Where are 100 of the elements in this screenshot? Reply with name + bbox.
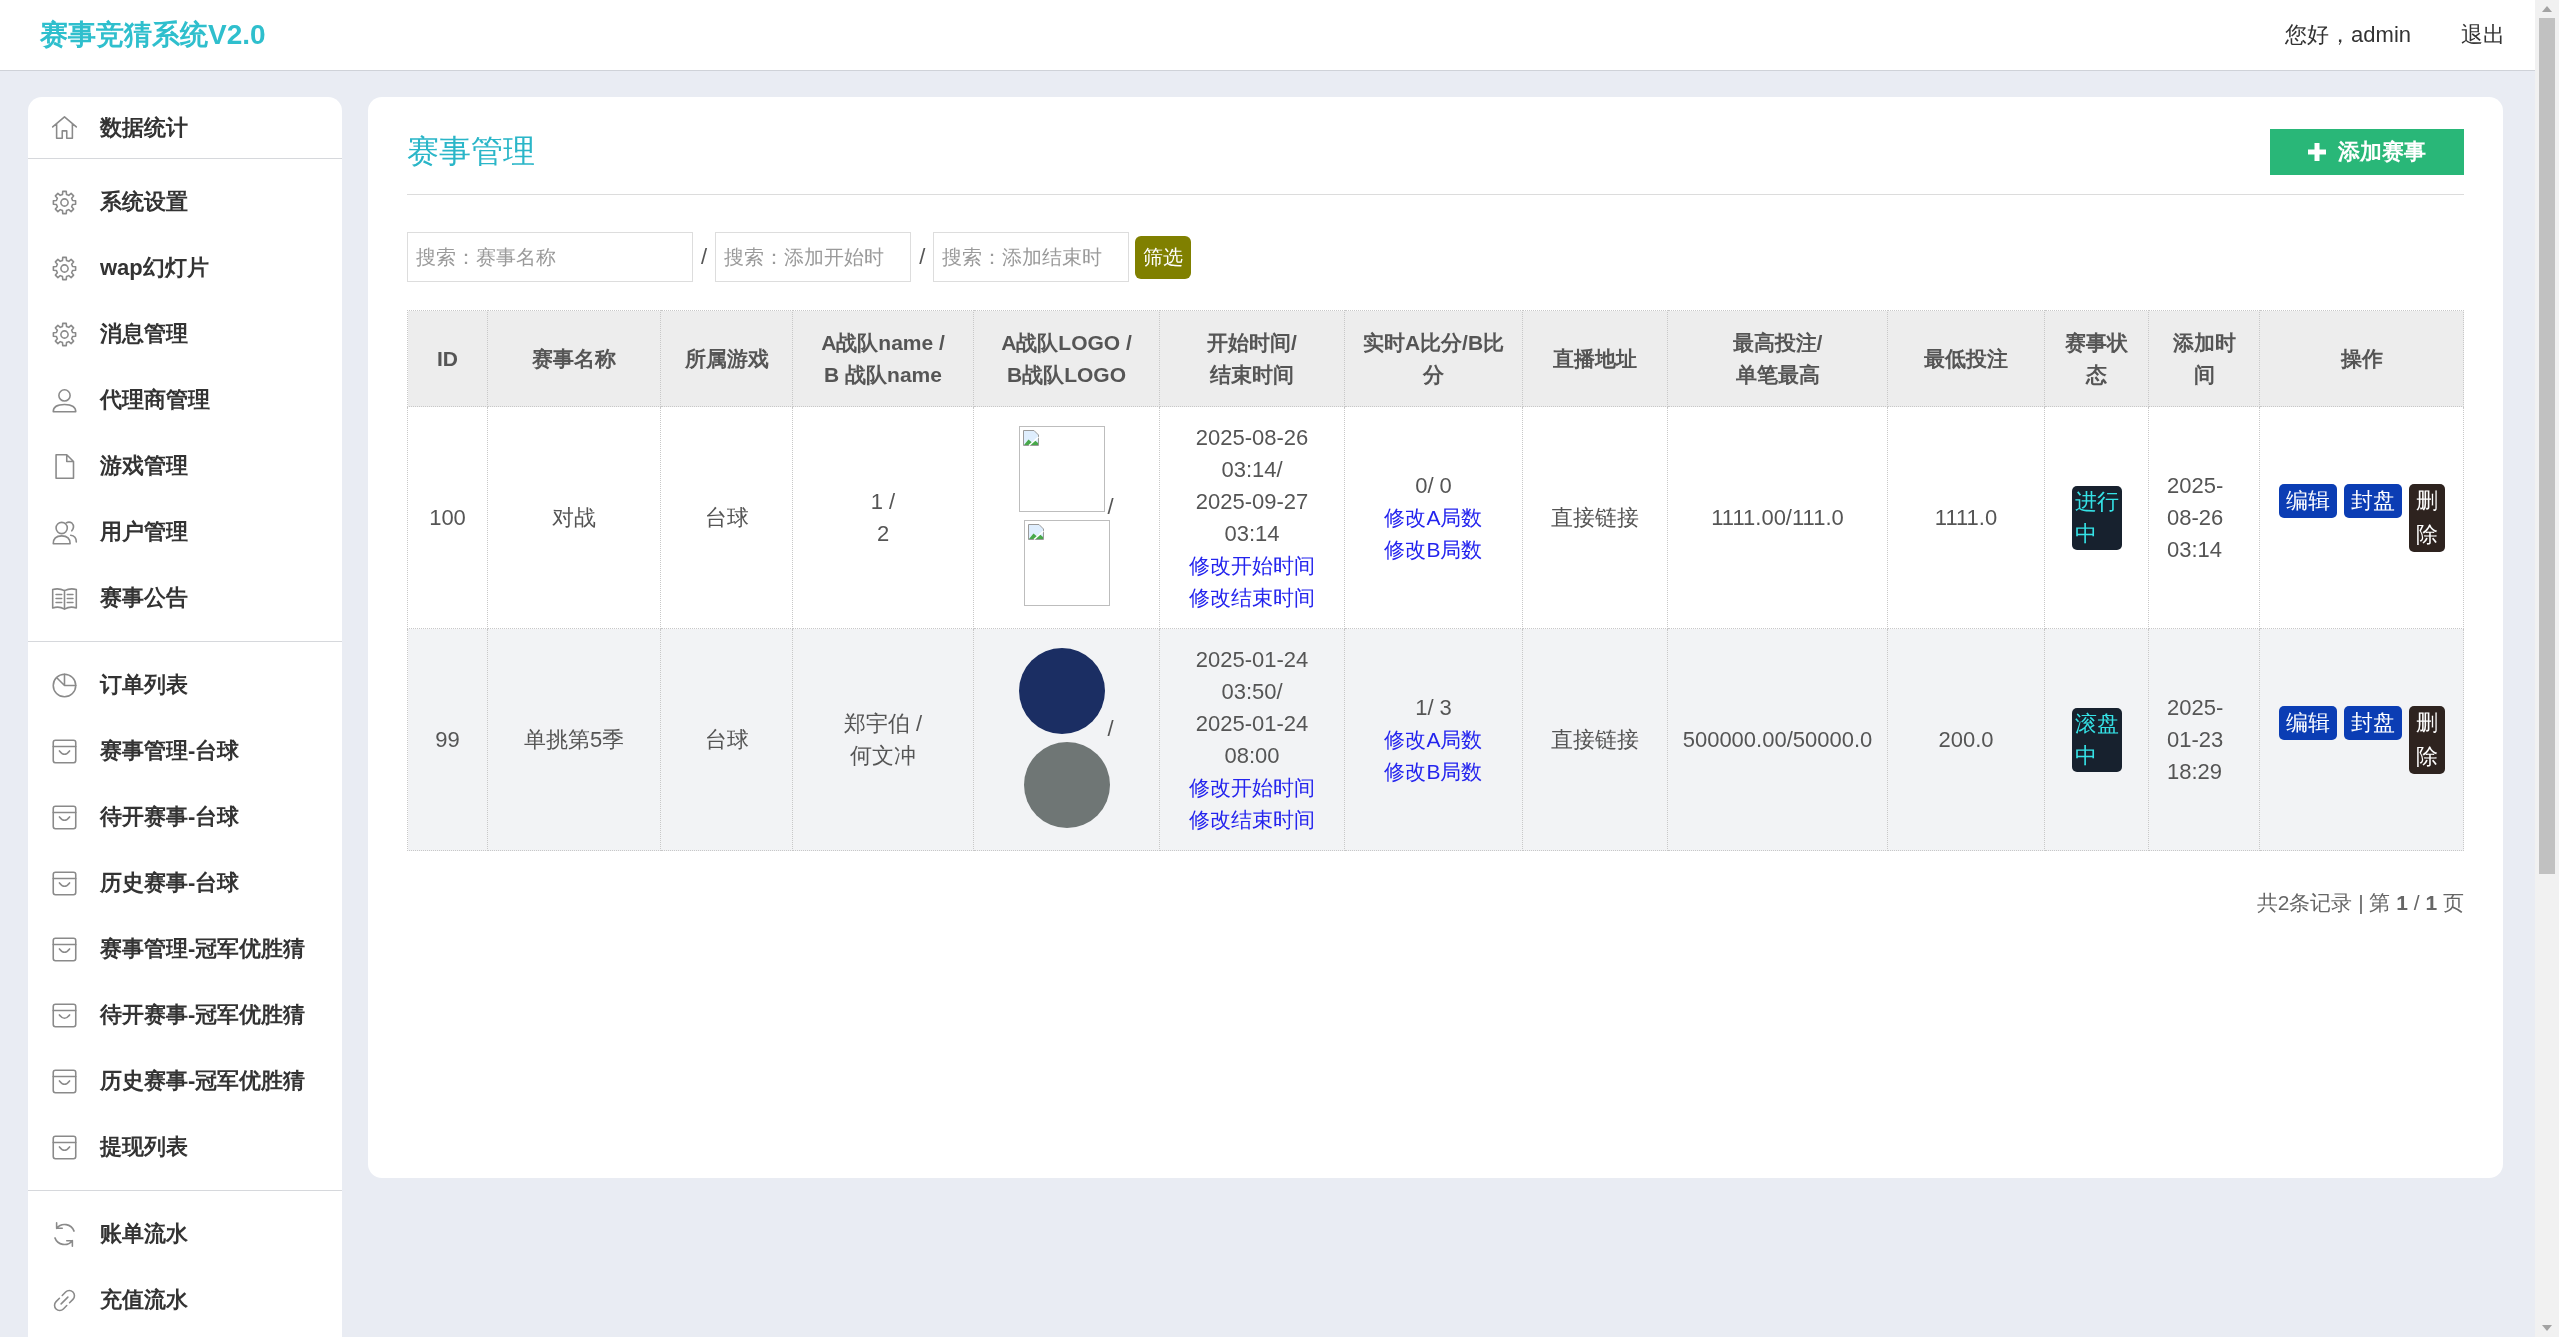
sidebar-item[interactable]: 赛事公告: [28, 565, 342, 631]
plus-icon: [2308, 143, 2326, 161]
sidebar-item[interactable]: 赛事管理-台球: [28, 718, 342, 784]
sidebar-item[interactable]: 系统设置: [28, 169, 342, 235]
edit-score-link[interactable]: 修改B局数: [1384, 537, 1483, 561]
sidebar-item[interactable]: 消息管理: [28, 301, 342, 367]
start-time-text: 2025-01-24 03:50/: [1194, 645, 1310, 706]
column-header: 操作: [2259, 310, 2464, 407]
sidebar-item[interactable]: 历史赛事-台球: [28, 850, 342, 916]
status-badge: 滚盘中: [2071, 707, 2122, 772]
search-field[interactable]: 搜索：添加开始时: [715, 232, 912, 282]
tray-icon: [51, 1133, 78, 1161]
table-cell: 1 / 2: [792, 406, 974, 629]
tray-icon: [51, 869, 78, 897]
table-cell: 200.0: [1887, 628, 2045, 851]
start-time-text: 2025-08-26 03:14/: [1194, 423, 1310, 484]
column-header: 实时A比分/B比 分: [1344, 310, 1523, 407]
column-header: 赛事名称: [487, 310, 661, 407]
edit-button[interactable]: 编辑: [2278, 483, 2337, 518]
column-header: 最低投注: [1887, 310, 2045, 407]
search-field[interactable]: 搜索：赛事名称: [407, 232, 693, 282]
users-icon: [51, 518, 78, 546]
delete-button[interactable]: 删除: [2408, 483, 2445, 552]
edit-button[interactable]: 编辑: [2278, 705, 2337, 740]
sidebar-item[interactable]: 代理商管理: [28, 367, 342, 433]
tray-icon: [51, 803, 78, 831]
scroll-down-arrow-icon[interactable]: [2542, 1325, 2552, 1331]
gear-icon: [51, 254, 78, 282]
sidebar-item[interactable]: 提现列表: [28, 1114, 342, 1180]
search-field[interactable]: 搜索：添加结束时: [933, 232, 1130, 282]
column-header: 直播地址: [1522, 310, 1668, 407]
logout-link[interactable]: 退出: [2461, 20, 2505, 50]
column-header: A战队LOGO / B战队LOGO: [973, 310, 1160, 407]
column-header: 添加时 间: [2148, 310, 2260, 407]
column-header: ID: [407, 310, 488, 407]
table-cell: 直接链接: [1522, 406, 1668, 629]
table-cell: 台球: [660, 406, 793, 629]
sidebar-item[interactable]: 游戏管理: [28, 433, 342, 499]
slash-separator: /: [1107, 715, 1114, 741]
broken-image-icon: [1027, 523, 1044, 540]
status-badge: 进行中: [2071, 485, 2122, 550]
sidebar-item[interactable]: 赛事管理-冠军优胜猜: [28, 916, 342, 982]
app-title: 赛事竞猜系统V2.0: [40, 18, 266, 52]
tray-icon: [51, 935, 78, 963]
sidebar-item[interactable]: 待开赛事-冠军优胜猜: [28, 982, 342, 1048]
sidebar-item[interactable]: 订单列表: [28, 652, 342, 718]
table-cell: 直接链接: [1522, 628, 1668, 851]
table-cell: 1111.0: [1887, 406, 2045, 629]
delete-button[interactable]: 删除: [2408, 705, 2445, 774]
end-time-text: 2025-09-27 03:14: [1194, 487, 1310, 548]
slash-separator: /: [1107, 493, 1114, 519]
sidebar-item[interactable]: 充值流水: [28, 1267, 342, 1333]
column-header: 所属游戏: [660, 310, 793, 407]
added-time-text: 2025-08-26 03:14: [2167, 471, 2225, 564]
edit-score-link[interactable]: 修改A局数: [1384, 727, 1483, 751]
user-icon: [51, 386, 78, 414]
sidebar-item[interactable]: 待开赛事-台球: [28, 784, 342, 850]
column-header: 开始时间/ 结束时间: [1159, 310, 1345, 407]
tray-icon: [51, 1001, 78, 1029]
tray-icon: [51, 1067, 78, 1095]
table-cell: 1111.00/111.0: [1667, 406, 1888, 629]
table-cell: 500000.00/50000.0: [1667, 628, 1888, 851]
filter-button[interactable]: 筛选: [1135, 235, 1192, 279]
refresh-icon: [51, 1220, 78, 1248]
end-time-text: 2025-01-24 08:00: [1194, 709, 1310, 770]
table-cell: 对战: [487, 406, 661, 629]
edit-time-link[interactable]: 修改开始时间: [1189, 775, 1315, 799]
score-text: 1/ 3: [1415, 694, 1452, 720]
home-icon: [51, 114, 78, 141]
sidebar-item[interactable]: wap幻灯片: [28, 235, 342, 301]
slash-separator: /: [919, 244, 926, 270]
greeting-text: 您好，admin: [2285, 21, 2411, 49]
slash-separator: /: [701, 244, 708, 270]
table-cell: 郑宇伯 / 何文冲: [792, 628, 974, 851]
edit-score-link[interactable]: 修改B局数: [1384, 759, 1483, 783]
scrollbar-track[interactable]: [2535, 0, 2559, 1337]
page-title: 赛事管理: [407, 132, 535, 171]
column-header: A战队name / B 战队name: [792, 310, 974, 407]
pagination-info: 共2条记录 | 第 1 / 1 页: [2256, 890, 2464, 916]
table-cell: 99: [407, 628, 488, 851]
edit-score-link[interactable]: 修改A局数: [1384, 505, 1483, 529]
sidebar-item[interactable]: 账单流水: [28, 1201, 342, 1267]
scroll-up-arrow-icon[interactable]: [2542, 6, 2552, 12]
edit-time-link[interactable]: 修改开始时间: [1189, 553, 1315, 577]
close-betting-button[interactable]: 封盘: [2343, 483, 2402, 518]
sidebar-item[interactable]: 历史赛事-冠军优胜猜: [28, 1048, 342, 1114]
gear-icon: [51, 188, 78, 216]
score-text: 0/ 0: [1415, 472, 1452, 498]
added-time-text: 2025-01-23 18:29: [2167, 693, 2225, 786]
pie-chart-icon: [51, 671, 78, 699]
table-cell: 单挑第5季: [487, 628, 661, 851]
close-betting-button[interactable]: 封盘: [2343, 705, 2402, 740]
edit-time-link[interactable]: 修改结束时间: [1189, 585, 1315, 609]
sidebar-item[interactable]: 用户管理: [28, 499, 342, 565]
column-header: 赛事状 态: [2044, 310, 2149, 407]
table-cell: 100: [407, 406, 488, 629]
sidebar-item[interactable]: 数据统计: [28, 97, 342, 158]
table-cell: 台球: [660, 628, 793, 851]
edit-time-link[interactable]: 修改结束时间: [1189, 807, 1315, 831]
scrollbar-thumb[interactable]: [2539, 18, 2555, 874]
